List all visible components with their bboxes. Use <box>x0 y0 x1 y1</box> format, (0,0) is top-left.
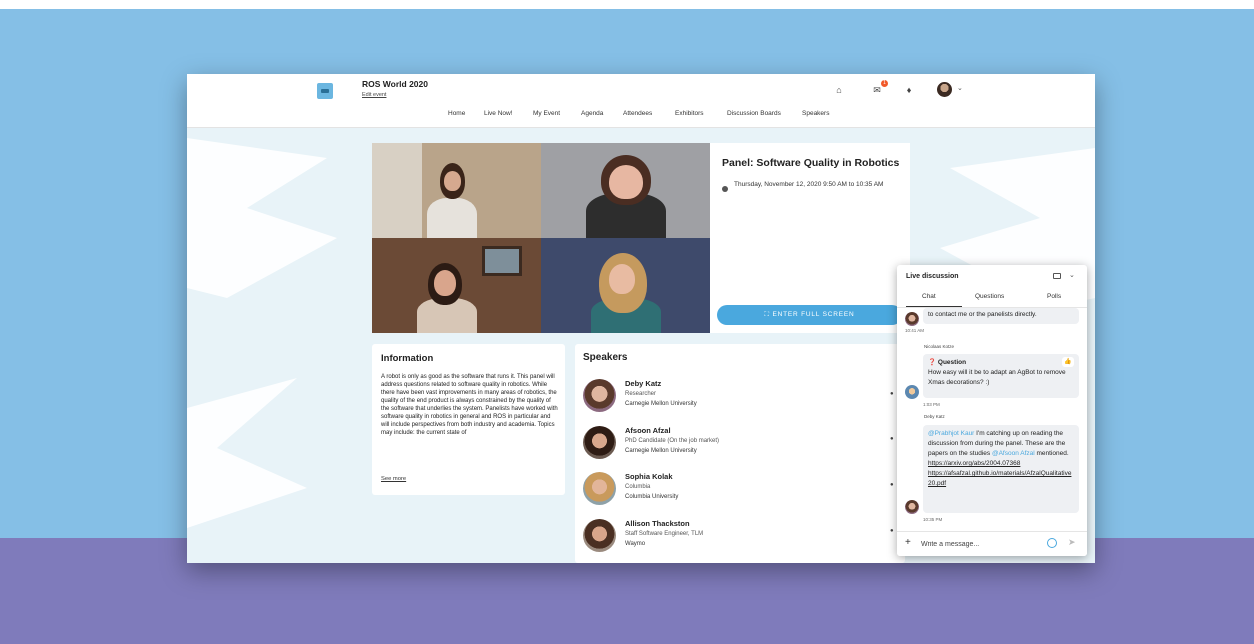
speaker-avatar <box>583 379 616 412</box>
emoji-icon[interactable] <box>1047 538 1057 548</box>
chat-question: ❓ Question 👍 How easy will it be to adap… <box>923 354 1079 398</box>
enter-full-screen-label: ENTER FULL SCREEN <box>772 311 855 318</box>
speaker-avatar <box>583 426 616 459</box>
event-title: ROS World 2020 <box>362 79 428 89</box>
chat-author: Deby Katz <box>924 414 945 419</box>
chevron-down-icon[interactable]: ⌄ <box>957 84 963 92</box>
video-tile-4 <box>541 238 710 333</box>
nav-attendees[interactable]: Attendees <box>623 110 652 122</box>
chat-message: to contact me or the panelists directly. <box>923 308 1079 324</box>
app-header: ROS World 2020 Edit event ⌂ ✉ 1 ♦ ⌄ Home… <box>187 74 1095 128</box>
question-label-text: Question <box>937 359 967 366</box>
speaker-name: Afsoon Afzal <box>625 426 671 435</box>
paper-pdf-link[interactable]: https://afsafzal.github.io/materials/Afz… <box>928 470 1071 487</box>
session-title: Panel: Software Quality in Robotics <box>722 157 900 169</box>
speakers-card: Speakers Deby Katz Researcher Carnegie M… <box>575 344 905 563</box>
arxiv-link[interactable]: https://arxiv.org/abs/2004.07368 <box>928 460 1020 467</box>
plus-icon[interactable]: + <box>905 537 911 548</box>
live-discussion-panel: Live discussion ⌄ Chat Questions Polls t… <box>897 265 1087 556</box>
clock-icon <box>722 186 728 192</box>
speaker-role: Researcher <box>625 391 657 397</box>
notification-badge: 1 <box>881 80 888 87</box>
chat-author: Nicolaas Kotze <box>924 344 955 349</box>
video-stream[interactable] <box>372 143 710 333</box>
speaker-item[interactable]: Deby Katz Researcher Carnegie Mellon Uni… <box>583 377 893 417</box>
top-strip <box>0 0 1254 9</box>
fullscreen-icon: ⛶ <box>764 311 770 318</box>
zigzag-left-decoration <box>187 138 337 528</box>
chat-message-text: to contact me or the panelists directly. <box>928 311 1037 318</box>
tab-chat[interactable]: Chat <box>922 293 936 300</box>
user-avatar[interactable] <box>937 82 952 97</box>
speaker-org: Columbia University <box>625 494 679 500</box>
nav-discussion-boards[interactable]: Discussion Boards <box>727 110 781 122</box>
chat-title: Live discussion <box>906 273 959 280</box>
question-label: ❓ Question <box>928 359 967 366</box>
video-tile-3 <box>372 238 541 333</box>
send-icon[interactable]: ➤ <box>1068 537 1076 548</box>
speaker-name: Deby Katz <box>625 379 662 388</box>
video-tile-1 <box>372 143 541 238</box>
video-tile-2 <box>541 143 710 238</box>
speakers-title: Speakers <box>583 352 628 363</box>
information-title: Information <box>381 353 434 364</box>
nav-my-event[interactable]: My Event <box>533 110 560 122</box>
image-icon[interactable] <box>1053 273 1061 279</box>
speaker-item[interactable]: Sophia Kolak Columbia Columbia Universit… <box>583 470 893 510</box>
user-icon[interactable]: ● <box>890 436 896 443</box>
speaker-role: Columbia <box>625 484 651 490</box>
speaker-avatar <box>583 472 616 505</box>
speaker-name: Sophia Kolak <box>625 472 673 481</box>
speaker-role: PhD Candidate (On the job market) <box>625 438 720 444</box>
speaker-role: Staff Software Engineer, TLM <box>625 531 704 537</box>
chat-message-text: mentioned. <box>1034 450 1069 457</box>
user-icon[interactable]: ● <box>890 391 896 398</box>
like-button[interactable]: 👍 <box>1062 357 1074 367</box>
speaker-name: Allison Thackston <box>625 519 690 528</box>
nav-agenda[interactable]: Agenda <box>581 110 603 122</box>
chat-avatar <box>905 500 919 514</box>
nav-live-now[interactable]: Live Now! <box>484 110 513 122</box>
user-icon[interactable]: ● <box>890 528 896 535</box>
mention-afsoon[interactable]: @Afsoon Afzal <box>992 450 1035 457</box>
mention-prabhjot[interactable]: @Prabhjot Kaur <box>928 430 974 437</box>
nav-speakers[interactable]: Speakers <box>802 110 829 122</box>
speaker-org: Waymo <box>625 541 646 547</box>
chat-message-input[interactable] <box>921 537 1041 551</box>
chat-message: @Prabhjot Kaur I'm catching up on readin… <box>923 425 1079 513</box>
chat-timestamp: 1:03 PM <box>923 402 940 407</box>
nav-exhibitors[interactable]: Exhibitors <box>675 110 704 122</box>
chat-input-row: + ➤ <box>897 531 1087 556</box>
chat-avatar <box>905 385 919 399</box>
see-more-link[interactable]: See more <box>381 476 406 482</box>
session-time: Thursday, November 12, 2020 9:50 AM to 1… <box>734 181 884 188</box>
speaker-org: Carnegie Mellon University <box>625 448 697 454</box>
information-text: A robot is only as good as the software … <box>381 374 558 437</box>
tab-questions[interactable]: Questions <box>975 293 1004 300</box>
information-card: Information A robot is only as good as t… <box>372 344 565 495</box>
speaker-item[interactable]: Allison Thackston Staff Software Enginee… <box>583 517 893 557</box>
event-logo[interactable] <box>317 83 333 99</box>
user-icon[interactable]: ● <box>890 482 896 489</box>
chat-timestamp: 10:35 PM <box>923 517 943 522</box>
chat-avatar <box>905 312 919 326</box>
speaker-avatar <box>583 519 616 552</box>
chat-timestamp: 10:41 AM <box>905 328 925 333</box>
enter-full-screen-button[interactable]: ⛶ ENTER FULL SCREEN <box>717 305 902 325</box>
home-icon[interactable]: ⌂ <box>833 84 845 96</box>
question-text: How easy will it be to adapt an AgBot to… <box>928 369 1066 386</box>
collapse-chevron-icon[interactable]: ⌄ <box>1069 271 1075 279</box>
edit-event-link[interactable]: Edit event <box>362 92 386 98</box>
bell-icon[interactable]: ♦ <box>903 84 915 96</box>
nav-home[interactable]: Home <box>448 110 465 122</box>
tab-polls[interactable]: Polls <box>1047 293 1061 300</box>
speaker-item[interactable]: Afsoon Afzal PhD Candidate (On the job m… <box>583 424 893 464</box>
speaker-org: Carnegie Mellon University <box>625 401 697 407</box>
